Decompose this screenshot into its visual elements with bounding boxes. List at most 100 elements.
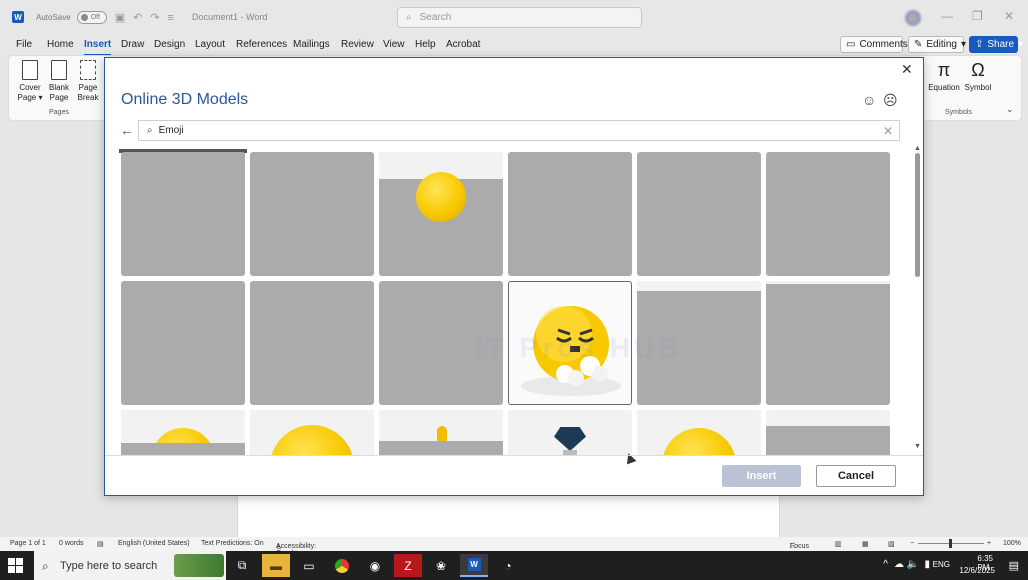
title-bar: W AutoSave Off ▣↶↷≡ Document1 - Word ⌕ Se…	[0, 0, 1028, 34]
app-icon[interactable]: ❀	[427, 554, 455, 577]
model-tile[interactable]	[637, 410, 761, 455]
volume-icon[interactable]: 🔈	[907, 559, 919, 570]
ribbon-collapse-icon[interactable]: ⌄	[1006, 104, 1014, 115]
model-tile[interactable]	[121, 152, 245, 276]
title-search-box[interactable]: ⌕ Search	[397, 7, 642, 28]
input-language[interactable]: ENG	[933, 560, 950, 569]
model-tile[interactable]	[121, 281, 245, 405]
chevron-down-icon: ▾	[1018, 39, 1024, 50]
zoom-level[interactable]: 100%	[1003, 540, 1021, 547]
clock-date[interactable]: 12/6/2025	[959, 566, 995, 575]
comments-button[interactable]: ▭ Comments	[840, 36, 908, 53]
model-tile[interactable]	[379, 410, 503, 455]
speed-test-icon[interactable]: ◔	[494, 554, 522, 577]
tab-insert[interactable]: Insert	[84, 39, 112, 56]
back-arrow-icon[interactable]: ←	[120, 122, 134, 138]
frown-feedback-icon[interactable]: ☹	[883, 92, 898, 109]
undo-icon[interactable]: ↶	[133, 12, 150, 24]
emoji-thumbnail	[416, 172, 466, 222]
tab-design[interactable]: Design	[154, 39, 185, 50]
customize-qat-icon[interactable]: ≡	[168, 12, 182, 24]
scroll-up-icon[interactable]: ▲	[914, 145, 921, 152]
hand-thumbnail	[437, 426, 447, 441]
tab-acrobat[interactable]: Acrobat	[446, 39, 480, 50]
search-input[interactable]	[158, 125, 859, 136]
notifications-icon[interactable]: ▤	[1009, 559, 1019, 572]
task-view-icon[interactable]: ⧉	[228, 554, 256, 577]
model-search-box[interactable]: ⌕ ✕	[138, 120, 900, 141]
proofing-icon[interactable]: ▤	[97, 540, 104, 548]
web-layout-icon[interactable]: ▧	[888, 540, 895, 548]
clear-search-icon[interactable]: ✕	[883, 124, 893, 138]
tab-view[interactable]: View	[383, 39, 405, 50]
tab-file[interactable]: File	[16, 39, 32, 50]
quick-access-toolbar: ▣↶↷≡	[115, 11, 182, 24]
share-button[interactable]: ⇪ Share ▾	[969, 36, 1023, 53]
equation-button[interactable]: π Equation	[927, 60, 961, 93]
cover-page-button[interactable]: Cover Page ▾	[15, 60, 45, 103]
windows-start-icon[interactable]	[8, 558, 23, 573]
word-taskbar-icon[interactable]: W	[460, 554, 488, 577]
search-icon: ⌕	[42, 559, 49, 573]
page-break-button[interactable]: Page Break	[73, 60, 103, 103]
tab-layout[interactable]: Layout	[195, 39, 225, 50]
autosave-toggle[interactable]: Off	[76, 10, 107, 24]
model-tile[interactable]	[637, 152, 761, 276]
text-predictions-status[interactable]: Text Predictions: On	[201, 540, 264, 547]
zoom-out-icon[interactable]: −	[910, 540, 914, 547]
editing-mode-button[interactable]: ✎ Editing ▾	[908, 36, 966, 53]
tab-references[interactable]: References	[236, 39, 287, 50]
model-tile[interactable]	[250, 152, 374, 276]
tab-mailings[interactable]: Mailings	[293, 39, 330, 50]
minimize-icon[interactable]: —	[941, 9, 953, 23]
autosave-state: Off	[90, 13, 100, 21]
search-icon: ⌕	[147, 125, 153, 136]
word-count[interactable]: 0 words	[59, 540, 84, 547]
tab-home[interactable]: Home	[47, 39, 74, 50]
model-tile[interactable]	[508, 152, 632, 276]
symbols-group-label: Symbols	[945, 109, 972, 116]
zoom-slider-thumb[interactable]	[949, 539, 952, 548]
tab-review[interactable]: Review	[341, 39, 374, 50]
model-tile[interactable]	[766, 410, 890, 455]
blank-page-button[interactable]: Blank Page	[44, 60, 74, 103]
zoom-in-icon[interactable]: +	[987, 540, 991, 547]
tab-help[interactable]: Help	[415, 39, 436, 50]
tab-draw[interactable]: Draw	[121, 39, 144, 50]
redo-icon[interactable]: ↷	[150, 12, 167, 24]
close-window-icon[interactable]: ✕	[1004, 9, 1014, 23]
smile-feedback-icon[interactable]: ☺	[862, 92, 876, 108]
model-results-grid	[119, 149, 907, 455]
print-layout-icon[interactable]: ▦	[862, 540, 869, 548]
model-tile[interactable]	[766, 281, 890, 405]
language-status[interactable]: English (United States)	[118, 540, 190, 547]
taskbar-search[interactable]: ⌕ Type here to search	[34, 551, 226, 580]
grid-scrollbar[interactable]: ▲ ▼	[912, 145, 924, 452]
avatar[interactable]	[905, 10, 921, 26]
model-tile[interactable]	[250, 410, 374, 455]
model-tile[interactable]	[508, 410, 632, 455]
symbol-button[interactable]: Ω Symbol	[962, 60, 994, 93]
thumbnail-preview	[379, 410, 503, 441]
cloud-icon[interactable]: ☁	[894, 559, 904, 570]
read-mode-icon[interactable]: ▥	[835, 540, 842, 548]
chrome-icon[interactable]	[328, 554, 356, 577]
network-tool-icon[interactable]: ◉	[361, 554, 389, 577]
terminal-icon[interactable]: ▭	[295, 554, 323, 577]
model-tile[interactable]	[250, 281, 374, 405]
cancel-button[interactable]: Cancel	[816, 465, 896, 487]
model-tile[interactable]	[379, 152, 503, 276]
save-icon[interactable]: ▣	[115, 12, 133, 24]
scroll-down-icon[interactable]: ▼	[914, 443, 921, 450]
insert-button[interactable]: Insert	[722, 465, 801, 487]
chevron-up-icon[interactable]: ^	[883, 559, 888, 570]
file-explorer-icon[interactable]: ▬	[262, 554, 290, 577]
page-count[interactable]: Page 1 of 1	[10, 540, 46, 547]
scrollbar-thumb[interactable]	[915, 153, 920, 277]
model-tile[interactable]	[121, 410, 245, 455]
model-tile[interactable]	[766, 152, 890, 276]
filezilla-icon[interactable]: Z	[394, 554, 422, 577]
battery-icon[interactable]: ▮	[924, 559, 930, 570]
close-icon[interactable]: ✕	[901, 61, 913, 78]
restore-icon[interactable]: ❐	[972, 9, 983, 23]
